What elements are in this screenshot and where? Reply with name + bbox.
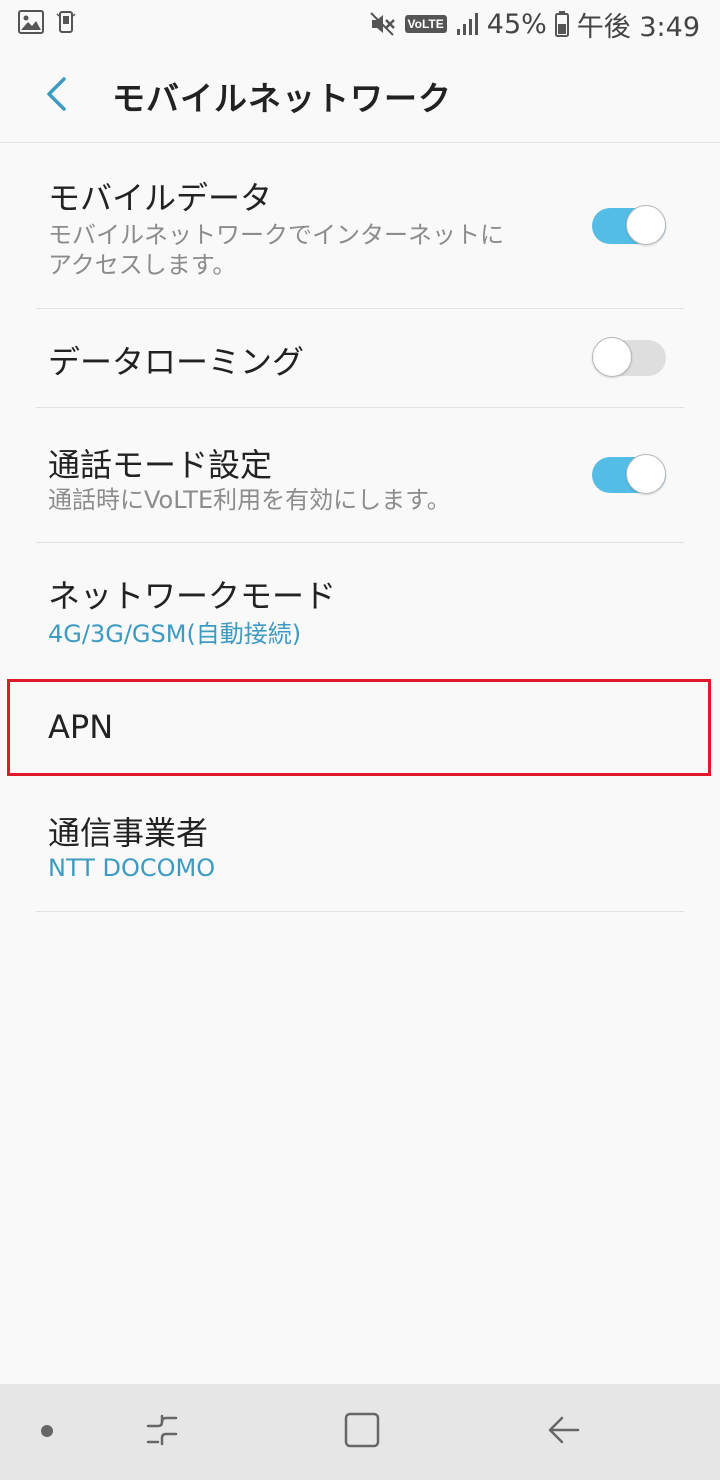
mobile-data-row[interactable]: モバイルデータ モバイルネットワークでインターネットに アクセスします。 xyxy=(0,143,720,308)
recent-apps-button[interactable] xyxy=(136,1406,188,1458)
mobile-data-subtitle-line1: モバイルネットワークでインターネットに xyxy=(48,221,504,249)
page-title: モバイルネットワーク xyxy=(112,79,452,118)
network-mode-row[interactable]: ネットワークモード 4G/3G/GSM(自動接続) xyxy=(0,543,720,677)
status-bar: VoLTE 45% 午後 3:49 xyxy=(0,0,720,48)
app-bar: モバイルネットワーク xyxy=(0,48,720,144)
phone-notification-icon xyxy=(56,10,76,38)
carrier-row[interactable]: 通信事業者 NTT DOCOMO xyxy=(0,778,720,911)
home-button[interactable] xyxy=(336,1406,388,1458)
recent-apps-icon xyxy=(144,1412,180,1452)
chevron-left-icon xyxy=(44,76,68,116)
dot-button[interactable] xyxy=(21,1406,73,1458)
dot-icon xyxy=(40,1423,54,1442)
navigation-bar xyxy=(0,1384,720,1480)
mobile-data-subtitle-line2: アクセスします。 xyxy=(48,251,237,279)
signal-icon xyxy=(455,11,479,37)
call-mode-title: 通話モード設定 xyxy=(48,446,273,484)
toggle-knob xyxy=(626,454,666,494)
status-right: VoLTE 45% 午後 3:49 xyxy=(369,4,700,44)
carrier-title: 通信事業者 xyxy=(48,814,209,852)
back-arrow-icon xyxy=(546,1412,582,1452)
mobile-data-toggle[interactable] xyxy=(592,205,666,247)
divider xyxy=(36,911,684,912)
back-nav-button[interactable] xyxy=(538,1406,590,1458)
home-icon xyxy=(343,1411,381,1453)
call-mode-row[interactable]: 通話モード設定 通話時にVoLTE利用を有効にします。 xyxy=(0,408,720,542)
network-mode-title: ネットワークモード xyxy=(48,577,337,615)
data-roaming-title: データローミング xyxy=(48,343,305,381)
mobile-data-title: モバイルデータ xyxy=(48,179,273,217)
data-roaming-row[interactable]: データローミング xyxy=(0,309,720,407)
battery-icon xyxy=(554,11,569,37)
back-button[interactable] xyxy=(30,68,82,124)
mute-icon xyxy=(369,11,397,37)
clock: 午後 3:49 xyxy=(576,11,700,43)
carrier-value: NTT DOCOMO xyxy=(48,854,216,882)
toggle-knob xyxy=(626,205,666,245)
volte-icon: VoLTE xyxy=(404,15,447,33)
status-left xyxy=(18,10,76,38)
call-mode-subtitle: 通話時にVoLTE利用を有効にします。 xyxy=(48,486,451,514)
call-mode-toggle[interactable] xyxy=(592,454,666,496)
toggle-knob xyxy=(592,337,632,377)
network-mode-value: 4G/3G/GSM(自動接続) xyxy=(48,620,302,648)
data-roaming-toggle[interactable] xyxy=(592,337,666,379)
apn-highlight-box xyxy=(7,679,711,776)
battery-percent: 45% xyxy=(486,8,547,40)
gallery-icon xyxy=(18,10,44,38)
